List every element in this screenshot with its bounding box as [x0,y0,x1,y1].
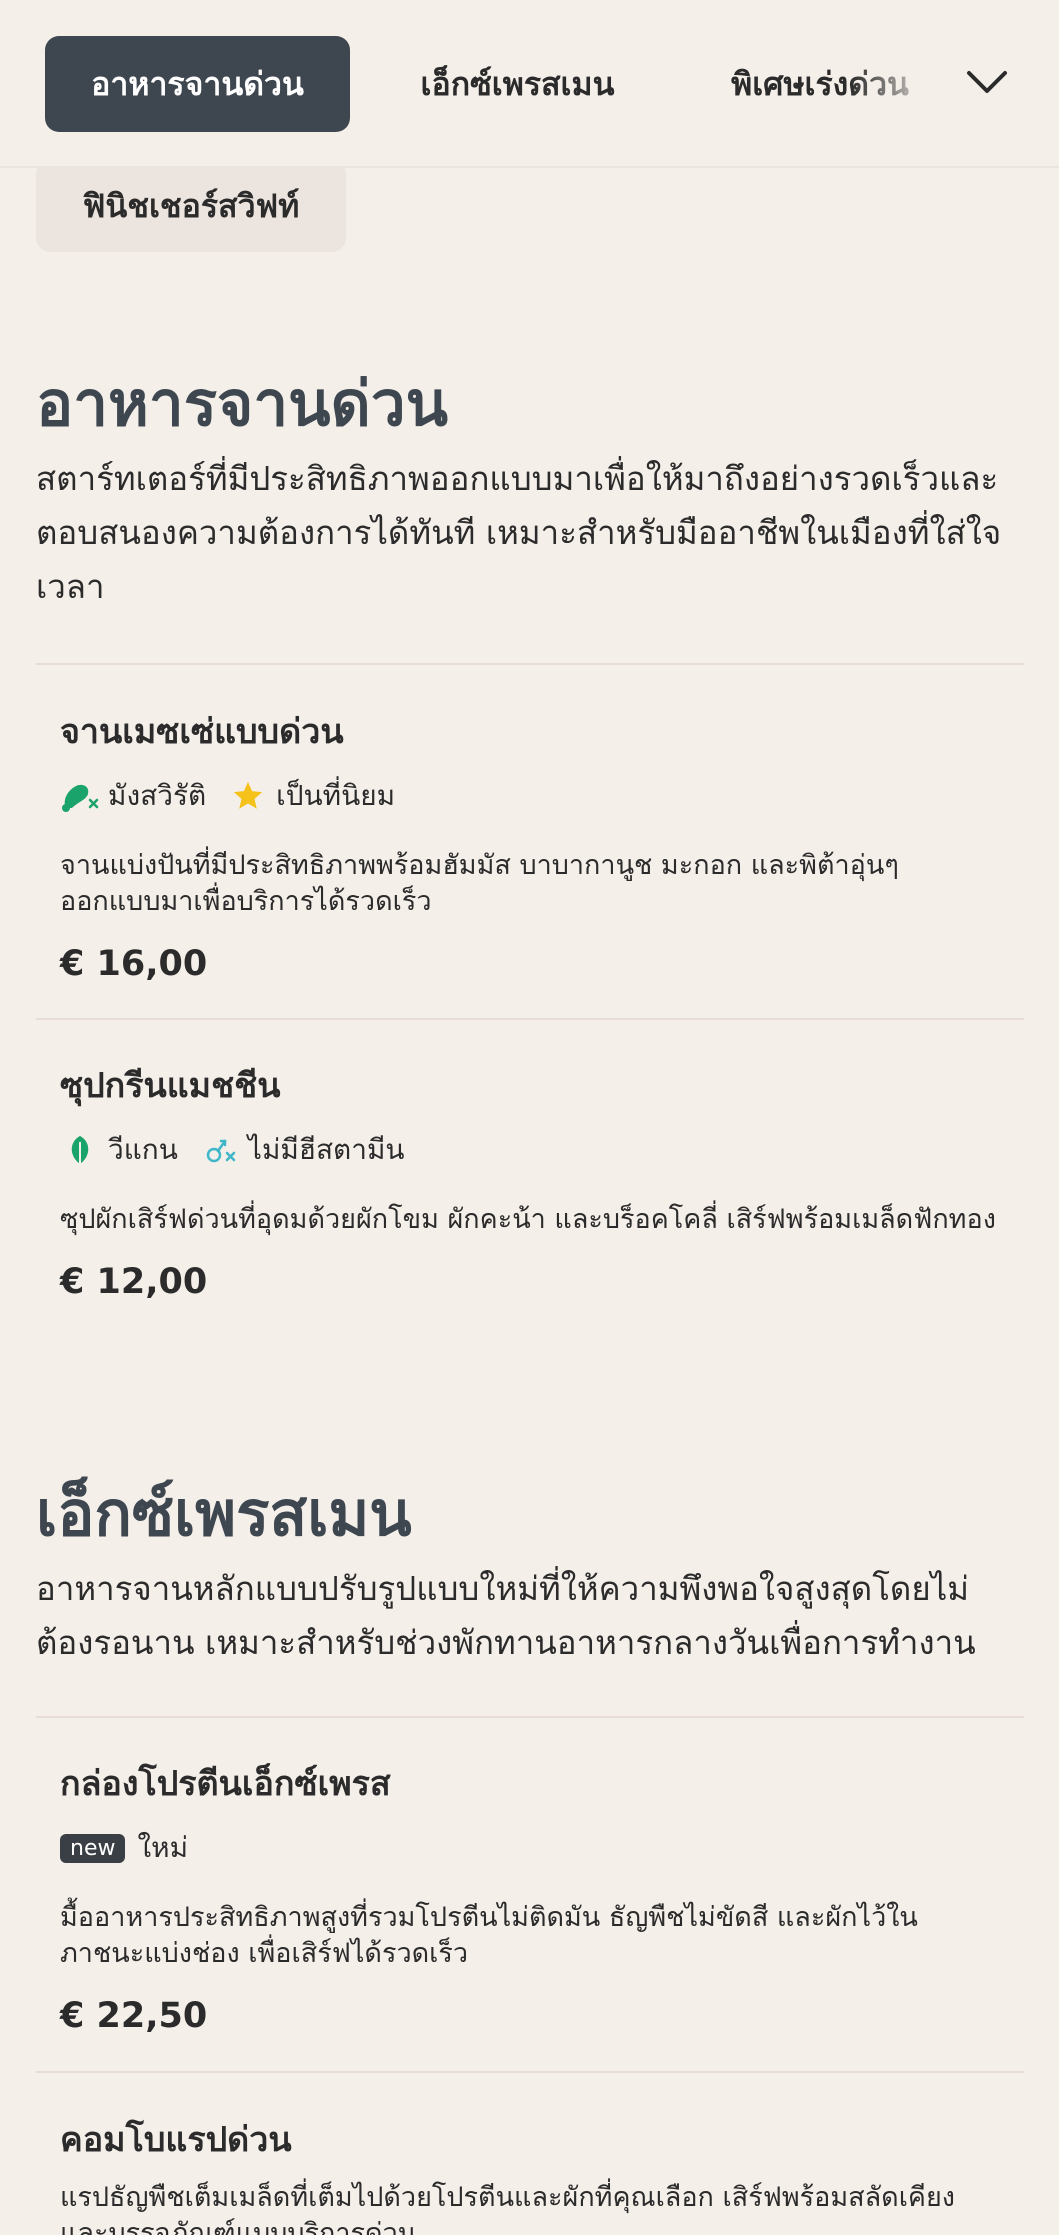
item-description: มื้ออาหารประสิทธิภาพสูงที่รวมโปรตีนไม่ติ… [60,1902,918,1969]
item-price: € 12,00 [60,1262,208,1302]
divider [36,1018,1024,1020]
menu-item-protein-box[interactable]: กล่องโปรตีนเอ็กซ์เพรส new ใหม่ มื้ออาหาร… [60,1756,1000,2036]
tag-label: เป็นที่นิยม [276,779,396,812]
tag-label: ไม่มีฮีสตามีน [247,1133,405,1166]
item-name: ซุปกรีนแมชชีน [60,1066,281,1106]
menu-item-green-soup[interactable]: ซุปกรีนแมชชีน วีแกน ไม่มีฮีสตามีน ซุปผัก… [60,1058,1000,1302]
item-price: € 16,00 [60,944,208,984]
tab-fast-food[interactable]: อาหารจานด่วน [45,36,350,132]
menu-item-wrap-combo[interactable]: คอมโบแรปด่วน แรปธัญพืชเต็มเมล็ดที่เต็มไป… [60,2112,1000,2235]
tab-express-mains[interactable]: เอ็กซ์เพรสเมน [395,36,640,132]
item-name: กล่องโปรตีนเอ็กซ์เพรส [60,1764,391,1804]
category-pill-finisher[interactable]: ฟินิชเชอร์สวิฟท์ [36,160,346,252]
tag-popular: เป็นที่นิยม [228,774,395,818]
section-description-express-mains: อาหารจานหลักแบบปรับรูปแบบใหม่ที่ให้ความพ… [36,1569,976,1662]
section-title-express-mains: เอ็กซ์เพรสเมน [36,1477,412,1550]
menu-item-mezze[interactable]: จานเมซเซ่แบบด่วน มังสวิรัติ เป็นที่นิยม … [60,704,1000,984]
section-title-fast-food: อาหารจานด่วน [36,367,449,440]
tag-label: มังสวิรัติ [108,779,207,812]
chevron-down-icon[interactable] [962,58,1012,108]
leaf-icon [60,1132,100,1168]
item-tags: วีแกน ไม่มีฮีสตามีน [60,1128,1000,1172]
tab-special-express[interactable]: พิเศษเร่งด่วน [700,36,940,132]
item-description: จานแบ่งปันที่มีประสิทธิภาพพร้อมฮัมมัส บา… [60,850,899,917]
item-description: ซุปผักเสิร์ฟด่วนที่อุดมด้วยผักโขม ผักคะน… [60,1204,996,1235]
item-name: จานเมซเซ่แบบด่วน [60,712,344,752]
meat-free-icon [60,778,100,814]
item-price: € 22,50 [60,1996,208,2036]
item-name: คอมโบแรปด่วน [60,2120,292,2160]
divider [36,663,1024,665]
divider [36,2071,1024,2073]
divider [36,1716,1024,1718]
tag-vegan: วีแกน [60,1128,178,1172]
tag-label: วีแกน [108,1133,178,1166]
item-description: แรปธัญพืชเต็มเมล็ดที่เต็มไปด้วยโปรตีนและ… [60,2182,955,2235]
category-tab-bar: อาหารจานด่วน เอ็กซ์เพรสเมน พิเศษเร่งด่วน [0,0,1059,168]
section-description-fast-food: สตาร์ทเตอร์ที่มีประสิทธิภาพออกแบบมาเพื่อ… [36,459,1002,606]
star-icon [228,778,268,814]
tag-no-histamine: ไม่มีฮีสตามีน [200,1128,405,1172]
new-badge: new [60,1833,126,1863]
menu-page: อาหารจานด่วน เอ็กซ์เพรสเมน พิเศษเร่งด่วน… [0,0,1059,2235]
item-tags: มังสวิรัติ เป็นที่นิยม [60,774,1000,818]
tag-vegetarian: มังสวิรัติ [60,774,206,818]
tag-label: ใหม่ [137,1831,189,1864]
tab-fade-overlay [850,36,940,132]
no-histamine-icon [200,1132,240,1168]
item-tags: new ใหม่ [60,1826,1000,1870]
